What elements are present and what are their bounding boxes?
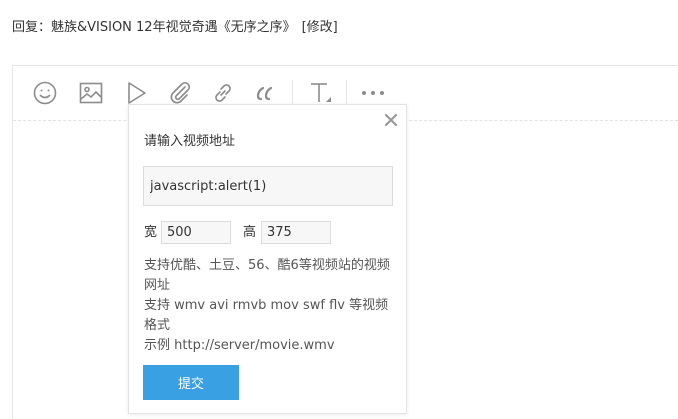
reply-title: 回复：魅族&VISION 12年视觉奇遇《无序之序》 [修改] [12,19,338,37]
smiley-icon[interactable] [31,79,59,107]
toolbar-divider [292,80,293,106]
video-url-input[interactable] [143,166,393,206]
quote-icon[interactable] [251,79,279,107]
width-input[interactable] [161,221,231,244]
submit-button[interactable]: 提交 [143,365,239,400]
popup-title: 请输入视频地址 [144,134,236,149]
close-icon[interactable] [383,112,399,128]
attachment-icon[interactable] [166,79,194,107]
height-label: 高 [243,225,257,240]
text-format-icon[interactable] [306,79,334,107]
more-icon[interactable] [359,79,387,107]
example-url-hint: 示例 http://server/movie.wmv [144,338,335,353]
supported-formats-hint: 支持 wmv avi rmvb mov swf flv 等视频格式 [144,298,389,333]
link-icon[interactable] [209,79,237,107]
width-label: 宽 [144,225,158,240]
reply-title-text: 回复：魅族&VISION 12年视觉奇遇《无序之序》 [12,20,296,35]
supported-sites-hint: 支持优酷、土豆、56、酷6等视频站的视频网址 [144,258,390,293]
video-insert-popup: 请输入视频地址 宽 高 支持优酷、土豆、56、酷6等视频站的视频网址 支持 wm… [128,104,407,414]
toolbar-divider [346,80,347,106]
video-play-icon[interactable] [123,79,151,107]
image-icon[interactable] [77,79,105,107]
height-input[interactable] [261,221,331,244]
edit-link[interactable]: [修改] [302,20,338,35]
